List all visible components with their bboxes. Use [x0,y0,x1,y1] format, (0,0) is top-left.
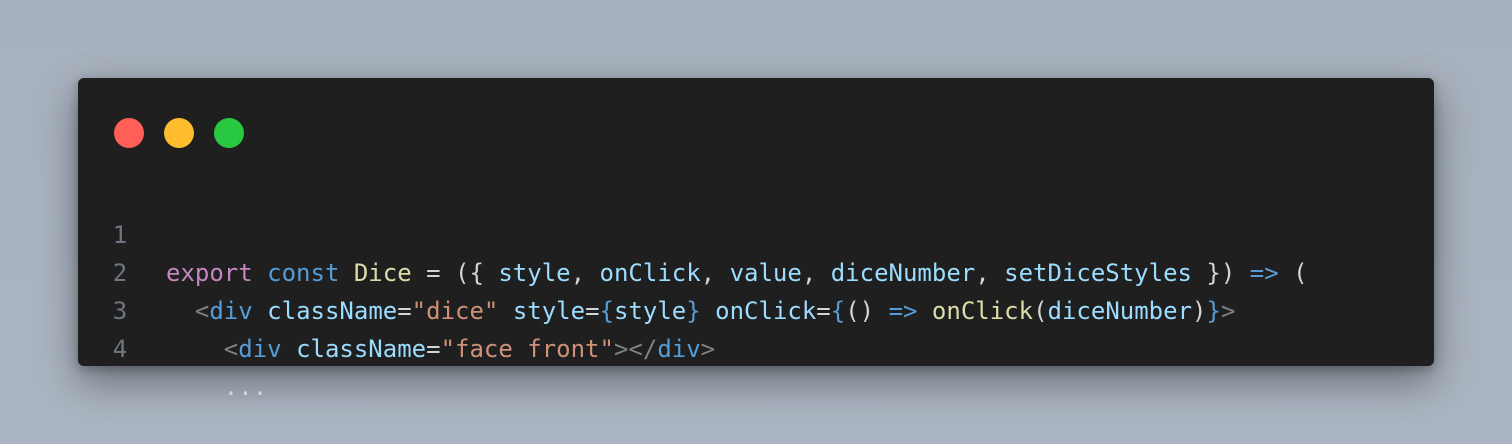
code-text: ... [166,368,267,406]
code-token: ></ [613,335,658,363]
code-line: 1 export const Dice = ({ style, onClick,… [78,178,1434,287]
close-dot-icon[interactable] [114,118,144,148]
minimize-dot-icon[interactable] [164,118,194,148]
line-number: 4 [112,335,128,363]
code-window: 1 export const Dice = ({ style, onClick,… [78,78,1434,401]
maximize-dot-icon[interactable] [214,118,244,148]
code-token: < [223,335,239,363]
code-token: "face front" [440,335,614,363]
code-token: = [426,335,441,363]
window-controls [114,118,244,148]
code-token: > [700,335,716,363]
code-token: className [296,335,427,363]
code-line: 3 <div className="face front"></div> [78,254,1434,363]
code-token: ... [166,373,268,401]
code-line: 2 <div className="dice" style={style} on… [78,216,1434,325]
code-token: div [238,335,282,363]
code-text: <div className="face front"></div> [166,330,715,368]
code-line: 4 ... [78,292,1434,401]
code-token: div [657,335,701,363]
code-block: 1 export const Dice = ({ style, onClick,… [78,178,1434,401]
